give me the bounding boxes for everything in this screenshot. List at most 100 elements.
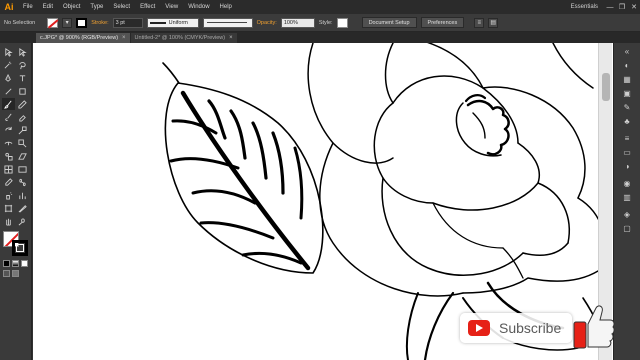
brush-line-icon — [206, 22, 247, 23]
subscribe-button[interactable]: Subscribe — [460, 313, 572, 343]
gradient-mode-icon[interactable] — [12, 260, 19, 267]
menu-help[interactable]: Help — [215, 4, 237, 10]
brushes-icon[interactable]: ✎ — [620, 101, 634, 113]
draw-mode-row — [0, 267, 31, 277]
right-panel-dock: « ◐ ▦ ▣ ✎ ♣ ≡ ▭ ◑ ◉ ▥ ◈ ▢ — [613, 43, 640, 360]
tool-grid — [0, 43, 31, 227]
appearance-icon[interactable]: ◉ — [620, 177, 634, 189]
close-tab-icon[interactable]: × — [122, 35, 126, 41]
type-tool-icon[interactable] — [16, 72, 29, 84]
document-setup-button[interactable]: Document Setup — [361, 17, 417, 28]
eyedropper-tool-icon[interactable] — [2, 176, 15, 188]
stroke-swatch[interactable] — [76, 17, 88, 28]
stroke-panel-icon[interactable]: ≡ — [620, 132, 634, 144]
menu-edit[interactable]: Edit — [38, 4, 58, 10]
leaf-midrib — [180, 90, 311, 271]
profile-label: Uniform — [168, 19, 188, 26]
fill-dropdown-icon[interactable]: ▾ — [62, 17, 73, 28]
menu-effect[interactable]: Effect — [135, 4, 160, 10]
fill-swatch[interactable] — [47, 17, 59, 28]
stroke-label[interactable]: Stroke: — [91, 20, 108, 26]
tab-untitled-2[interactable]: Untitled-2* @ 100% (CMYK/Preview) × — [130, 33, 237, 43]
close-tab-icon[interactable]: × — [229, 35, 233, 41]
menu-type[interactable]: Type — [85, 4, 108, 10]
pencil-tool-icon[interactable] — [16, 98, 29, 110]
free-transform-tool-icon[interactable] — [16, 137, 29, 149]
blend-tool-icon[interactable] — [16, 176, 29, 188]
youtube-play-icon — [468, 320, 490, 336]
subscribe-label: Subscribe — [499, 320, 562, 336]
menu-object[interactable]: Object — [58, 4, 85, 10]
minimize-button[interactable]: — — [604, 1, 616, 13]
menu-view[interactable]: View — [160, 4, 183, 10]
menu-select[interactable]: Select — [108, 4, 135, 10]
workspace-switcher[interactable]: Essentials — [571, 4, 598, 10]
screen-mode-icon[interactable] — [12, 270, 19, 277]
color-panel-icon[interactable]: ◐ — [620, 59, 634, 71]
opacity-field[interactable]: 100% — [280, 17, 315, 28]
profile-line-icon — [149, 21, 166, 24]
opacity-label[interactable]: Opacity: — [257, 20, 277, 26]
preferences-button[interactable]: Preferences — [420, 17, 465, 28]
stroke-black-swatch[interactable] — [12, 240, 28, 256]
stroke-weight-field[interactable]: 3 pt — [112, 17, 143, 28]
mesh-tool-icon[interactable] — [2, 163, 15, 175]
tools-panel — [0, 43, 32, 360]
scroll-thumb[interactable] — [602, 73, 610, 101]
scale-tool-icon[interactable] — [16, 124, 29, 136]
style-label: Style: — [318, 19, 333, 26]
menu-window[interactable]: Window — [183, 4, 214, 10]
tab-c-jpg[interactable]: c.JPG* @ 900% (RGB/Preview) × — [36, 33, 130, 43]
hand-tool-icon[interactable] — [2, 215, 15, 227]
document-tab-bar: c.JPG* @ 900% (RGB/Preview) × Untitled-2… — [0, 32, 640, 43]
none-mode-icon[interactable] — [21, 260, 28, 267]
transparency-icon[interactable]: ◑ — [620, 160, 634, 172]
line-tool-icon[interactable] — [2, 85, 15, 97]
paintbrush-tool-icon[interactable] — [2, 98, 15, 110]
stroke-profile-dropdown[interactable]: Uniform — [146, 17, 199, 28]
maximize-button[interactable]: ❐ — [616, 1, 628, 13]
gradient-panel-icon[interactable]: ▭ — [620, 146, 634, 158]
symbols-icon[interactable]: ♣ — [620, 115, 634, 127]
draw-normal-icon[interactable] — [3, 270, 10, 277]
blob-brush-tool-icon[interactable] — [2, 111, 15, 123]
symbol-sprayer-tool-icon[interactable] — [2, 189, 15, 201]
width-tool-icon[interactable] — [2, 137, 15, 149]
swatches-icon[interactable]: ▣ — [620, 87, 634, 99]
shape-builder-tool-icon[interactable] — [2, 150, 15, 162]
selection-status: No Selection — [4, 19, 36, 26]
thumbs-up-icon[interactable] — [572, 302, 616, 350]
rotate-tool-icon[interactable] — [2, 124, 15, 136]
layers-icon[interactable]: ◈ — [620, 208, 634, 220]
leaf-outline — [164, 82, 324, 274]
gradient-tool-icon[interactable] — [16, 163, 29, 175]
artboard-tool-icon[interactable] — [2, 202, 15, 214]
zoom-tool-icon[interactable] — [16, 215, 29, 227]
menu-file[interactable]: File — [18, 4, 38, 10]
menu-bar: Ai File Edit Object Type Select Effect V… — [0, 0, 640, 14]
magic-wand-tool-icon[interactable] — [2, 59, 15, 71]
artboards-icon[interactable]: ▢ — [620, 222, 634, 234]
app-logo: Ai — [4, 2, 14, 12]
style-swatch[interactable] — [336, 17, 348, 28]
brush-definition-dropdown[interactable] — [202, 17, 253, 28]
color-mode-icon[interactable] — [3, 260, 10, 267]
column-graph-tool-icon[interactable] — [16, 189, 29, 201]
panel-menu-icon[interactable]: ▤ — [488, 17, 499, 28]
fill-stroke-widget[interactable] — [3, 231, 29, 257]
rectangle-tool-icon[interactable] — [16, 85, 29, 97]
tab-label: Untitled-2* @ 100% (CMYK/Preview) — [134, 35, 226, 41]
lasso-tool-icon[interactable] — [16, 59, 29, 71]
close-window-button[interactable]: ✕ — [628, 1, 640, 13]
arrange-icon[interactable]: ≡ — [474, 17, 485, 28]
color-guide-icon[interactable]: ▦ — [620, 73, 634, 85]
color-mode-row — [0, 257, 31, 267]
pen-tool-icon[interactable] — [2, 72, 15, 84]
direct-selection-tool-icon[interactable] — [16, 46, 29, 58]
slice-tool-icon[interactable] — [16, 202, 29, 214]
selection-tool-icon[interactable] — [2, 46, 15, 58]
collapse-panels-icon[interactable]: « — [620, 45, 634, 57]
perspective-tool-icon[interactable] — [16, 150, 29, 162]
graphic-styles-icon[interactable]: ▥ — [620, 191, 634, 203]
eraser-tool-icon[interactable] — [16, 111, 29, 123]
